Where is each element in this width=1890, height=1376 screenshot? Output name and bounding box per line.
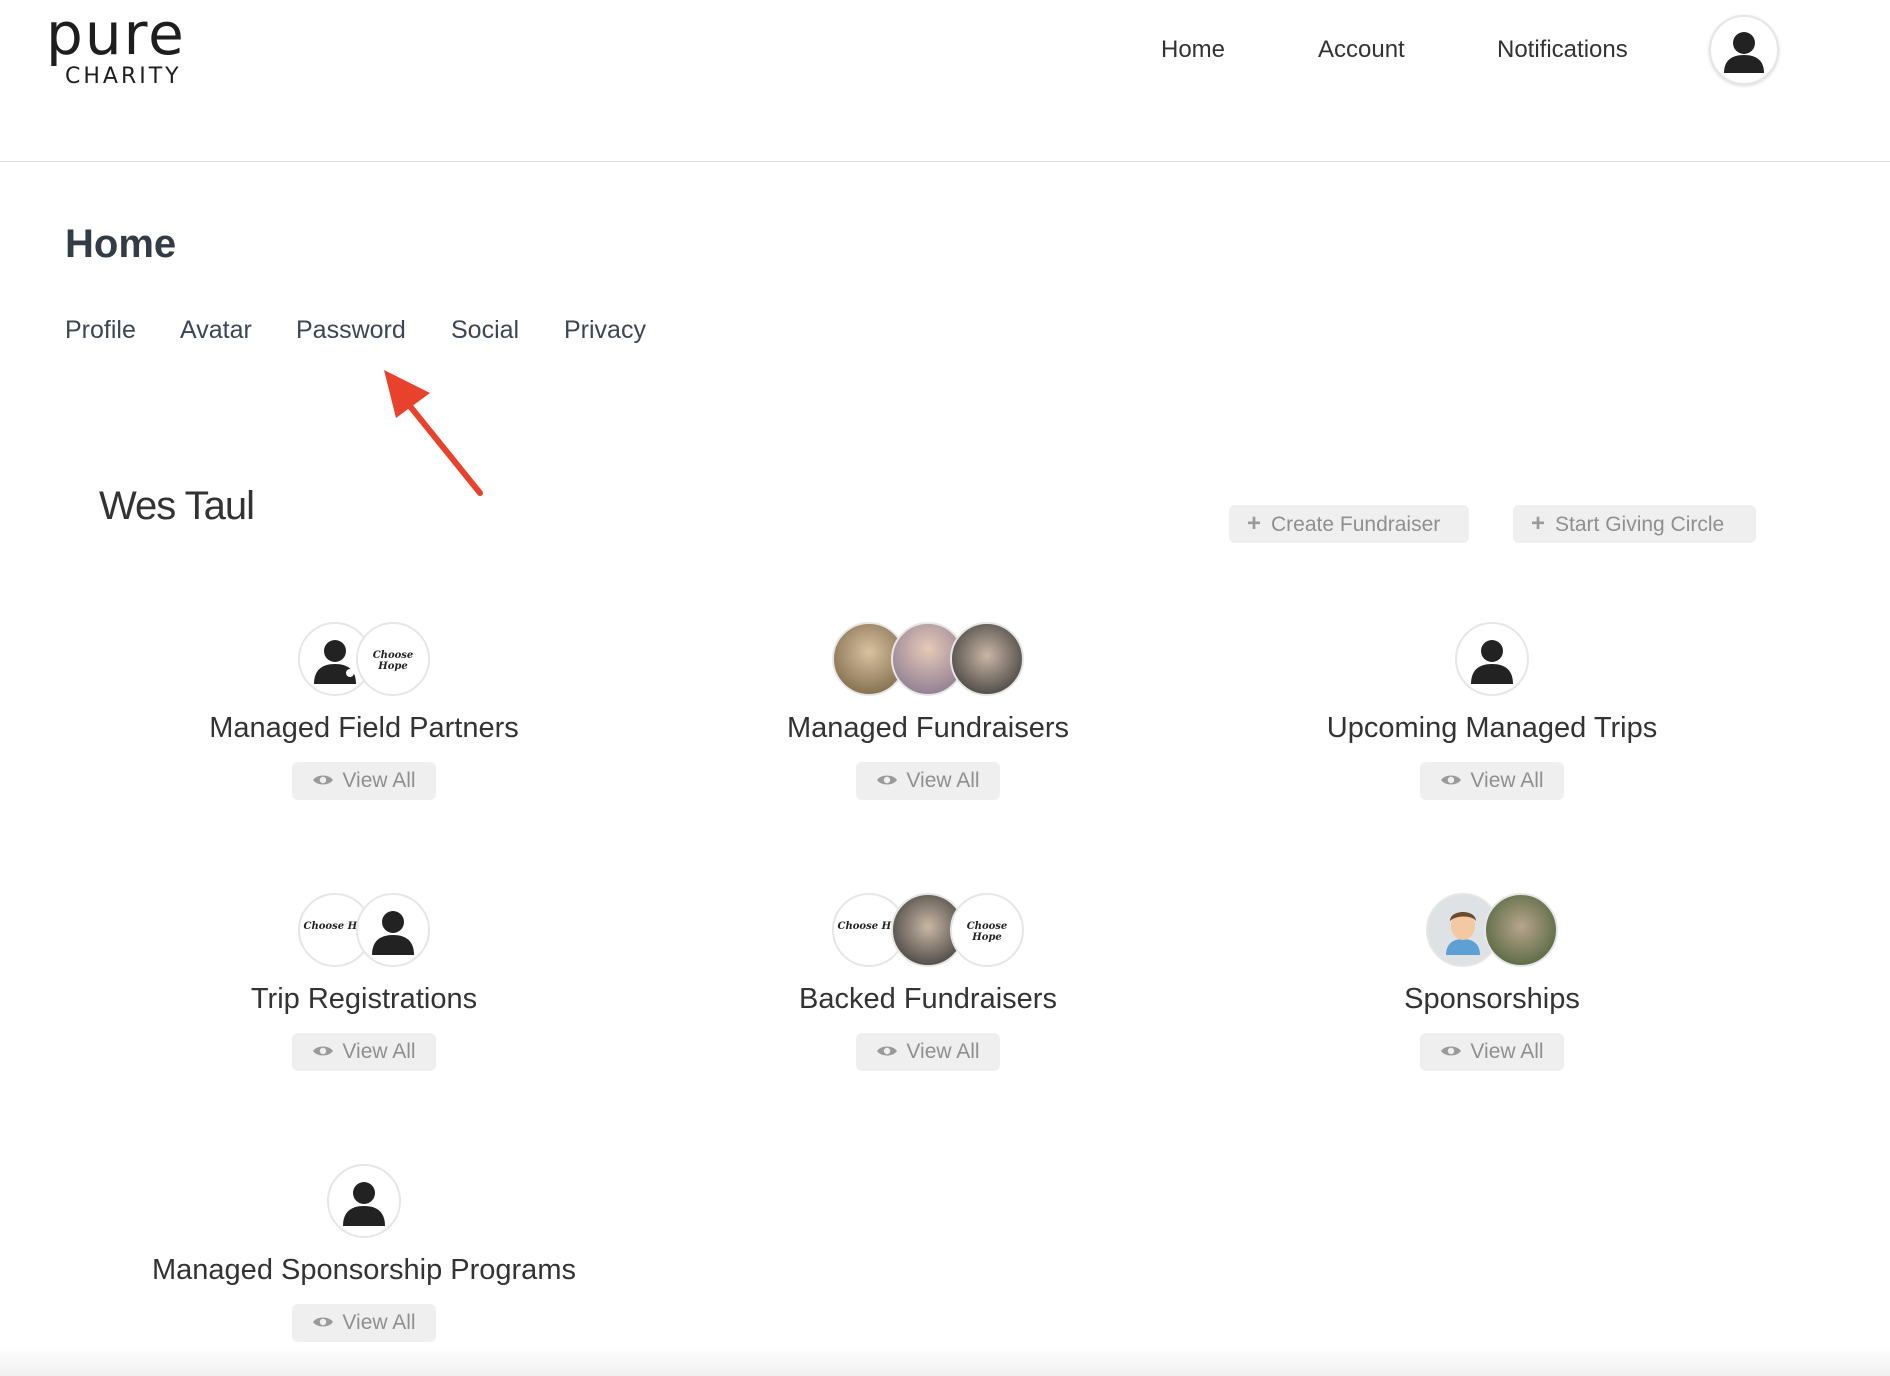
card-upcoming-managed-trips: Upcoming Managed Trips View All	[1212, 622, 1772, 822]
view-all-button[interactable]: View All	[292, 1304, 436, 1342]
card-trip-registrations: Choose His Trip Registrations View All	[84, 893, 644, 1093]
card-backed-fundraisers: Choose His Choose Hope Backed Fundraiser…	[648, 893, 1208, 1093]
tab-password[interactable]: Password	[296, 316, 406, 345]
card-title: Managed Field Partners	[209, 712, 519, 744]
avatar-group	[648, 622, 1208, 698]
footer-fade	[0, 1346, 1890, 1376]
card-managed-sponsorship-programs: Managed Sponsorship Programs View All	[84, 1164, 644, 1364]
view-all-button[interactable]: View All	[292, 1033, 436, 1071]
avatar	[1484, 893, 1558, 967]
start-giving-circle-label: Start Giving Circle	[1555, 513, 1725, 536]
start-giving-circle-button[interactable]: + Start Giving Circle	[1513, 505, 1756, 543]
create-fundraiser-button[interactable]: + Create Fundraiser	[1229, 505, 1469, 543]
nav-home[interactable]: Home	[1161, 36, 1225, 64]
avatar-group	[1212, 622, 1772, 698]
view-all-label: View All	[1470, 769, 1544, 792]
view-all-button[interactable]: View All	[856, 762, 1000, 800]
card-title: Upcoming Managed Trips	[1326, 712, 1658, 744]
tab-privacy[interactable]: Privacy	[564, 316, 646, 345]
user-silhouette-icon	[1471, 640, 1513, 684]
avatar	[327, 1164, 401, 1238]
view-all-button[interactable]: View All	[1420, 1033, 1564, 1071]
tab-profile[interactable]: Profile	[65, 316, 136, 345]
avatar-script-text: Choose Hope	[372, 650, 414, 672]
logo-word: pure	[46, 0, 186, 68]
tab-social[interactable]: Social	[451, 316, 519, 345]
view-all-label: View All	[1470, 1040, 1544, 1063]
plus-icon: +	[1247, 510, 1262, 537]
card-title: Managed Sponsorship Programs	[152, 1254, 576, 1286]
eye-icon	[1441, 775, 1462, 785]
nav-account[interactable]: Account	[1318, 36, 1405, 64]
avatar-group: Choose His Choose Hope	[648, 893, 1208, 969]
eye-icon	[313, 1046, 334, 1056]
logo-subtext: CHARITY	[65, 64, 182, 89]
avatar-script-text: Choose Hope	[966, 921, 1008, 943]
nav-notifications[interactable]: Notifications	[1497, 36, 1628, 64]
create-fundraiser-label: Create Fundraiser	[1271, 513, 1441, 536]
avatar-group	[84, 1164, 644, 1240]
card-title: Sponsorships	[1404, 983, 1580, 1015]
user-silhouette-icon	[343, 1182, 385, 1226]
user-silhouette-icon	[372, 911, 414, 955]
user-avatar[interactable]	[1709, 15, 1779, 85]
view-all-label: View All	[906, 769, 980, 792]
eye-icon	[1441, 1046, 1462, 1056]
view-all-label: View All	[906, 1040, 980, 1063]
card-title: Managed Fundraisers	[786, 712, 1070, 744]
view-all-button[interactable]: View All	[292, 762, 436, 800]
view-all-button[interactable]: View All	[1420, 762, 1564, 800]
avatar-group	[1212, 893, 1772, 969]
red-arrow-annotation	[384, 370, 483, 496]
avatar	[1455, 622, 1529, 696]
view-all-label: View All	[342, 1040, 416, 1063]
eye-icon	[313, 1317, 334, 1327]
view-all-label: View All	[342, 769, 416, 792]
card-title: Trip Registrations	[250, 983, 478, 1015]
avatar: Choose Hope	[356, 622, 430, 696]
site-header: pure CHARITY Home Account Notifications	[0, 0, 1890, 162]
page-title: Home	[65, 222, 177, 266]
view-all-button[interactable]: View All	[856, 1033, 1000, 1071]
tab-avatar[interactable]: Avatar	[180, 316, 252, 345]
eye-icon	[877, 1046, 898, 1056]
eye-icon	[313, 775, 334, 785]
card-managed-field-partners: Choose Hope Managed Field Partners View …	[84, 622, 644, 822]
card-title: Backed Fundraisers	[799, 983, 1057, 1015]
avatar	[356, 893, 430, 967]
user-name: Wes Taul	[99, 484, 255, 528]
avatar-group: Choose His	[84, 893, 644, 969]
avatar-group: Choose Hope	[84, 622, 644, 698]
plus-icon: +	[1531, 510, 1546, 537]
avatar	[950, 622, 1024, 696]
eye-icon	[877, 775, 898, 785]
card-sponsorships: Sponsorships View All	[1212, 893, 1772, 1093]
pure-charity-logo[interactable]: pure CHARITY	[46, 0, 186, 89]
view-all-label: View All	[342, 1311, 416, 1334]
user-silhouette-icon	[1724, 32, 1764, 73]
card-managed-fundraisers: Managed Fundraisers View All	[648, 622, 1208, 822]
avatar: Choose Hope	[950, 893, 1024, 967]
